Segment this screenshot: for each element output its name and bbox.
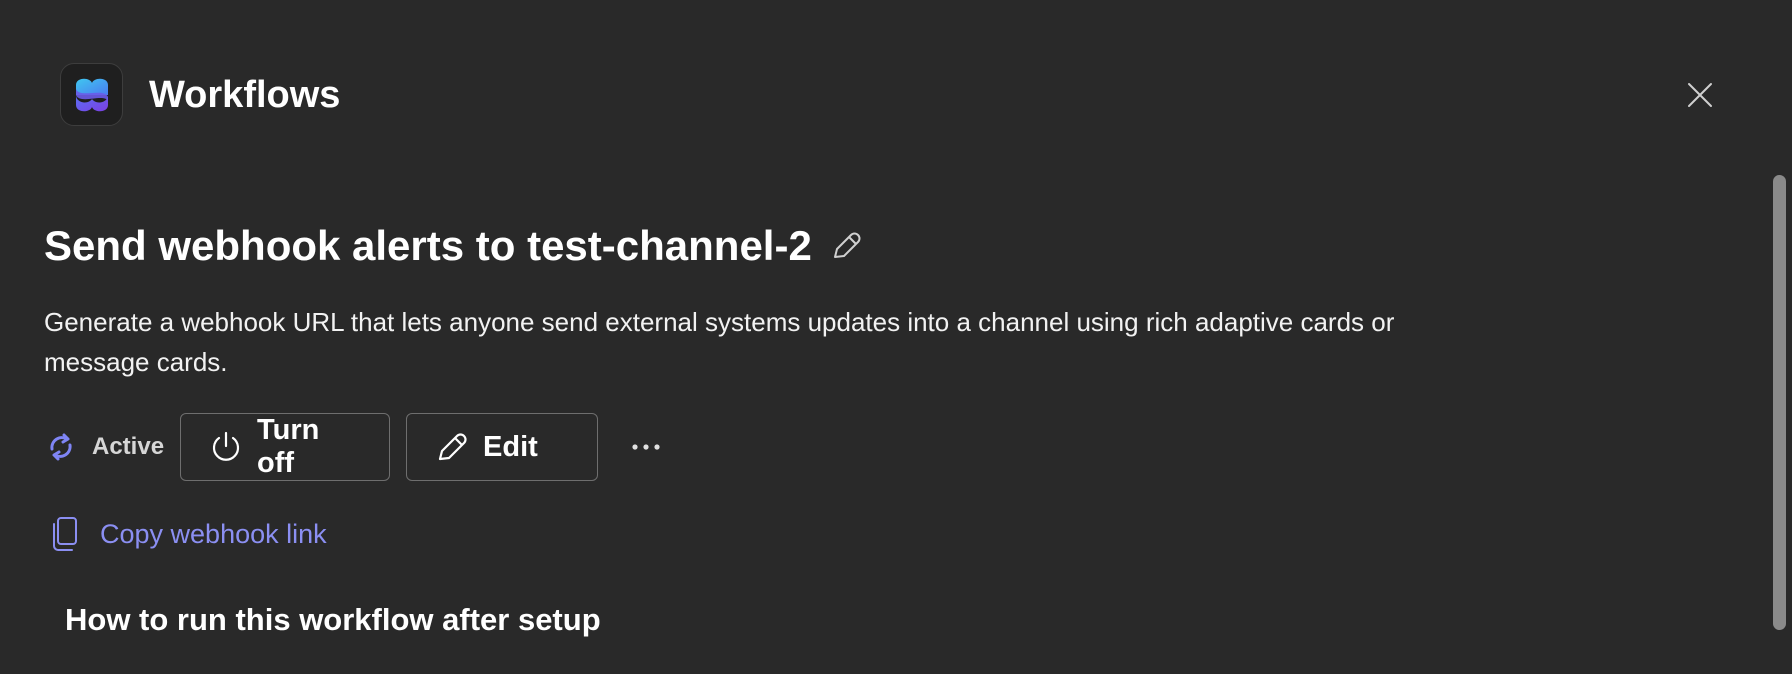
edit-label: Edit bbox=[483, 430, 538, 463]
more-horizontal-icon bbox=[632, 444, 660, 450]
copy-webhook-link-label: Copy webhook link bbox=[100, 518, 327, 549]
pencil-icon bbox=[435, 430, 469, 464]
turn-off-label: Turn off bbox=[257, 414, 320, 479]
section-heading: How to run this workflow after setup bbox=[65, 602, 601, 637]
turn-off-button[interactable]: Turn off bbox=[180, 413, 391, 481]
actions-row: Active Turn off Edit bbox=[44, 413, 666, 481]
status-label: Active bbox=[92, 433, 165, 460]
app-title: Workflows bbox=[149, 74, 341, 116]
copy-icon bbox=[53, 517, 77, 551]
rename-button[interactable] bbox=[828, 228, 864, 264]
close-button[interactable] bbox=[1680, 75, 1720, 115]
pencil-icon bbox=[833, 232, 861, 258]
more-options-button[interactable] bbox=[626, 427, 666, 467]
scrollbar-thumb[interactable] bbox=[1773, 175, 1786, 630]
sync-icon bbox=[44, 430, 78, 464]
power-icon bbox=[209, 430, 243, 464]
copy-webhook-link[interactable]: Copy webhook link bbox=[50, 516, 327, 552]
workflow-description: Generate a webhook URL that lets anyone … bbox=[44, 307, 1395, 377]
close-icon bbox=[1688, 83, 1712, 107]
workflow-dialog: Workflows Send webhook alerts to test-ch… bbox=[0, 0, 1792, 674]
workflows-logo-icon bbox=[60, 63, 123, 126]
workflow-title-row: Send webhook alerts to test-channel-2 bbox=[44, 220, 864, 272]
status-indicator: Active bbox=[44, 413, 164, 481]
edit-button[interactable]: Edit bbox=[406, 413, 599, 481]
workflow-title: Send webhook alerts to test-channel-2 bbox=[44, 222, 812, 269]
